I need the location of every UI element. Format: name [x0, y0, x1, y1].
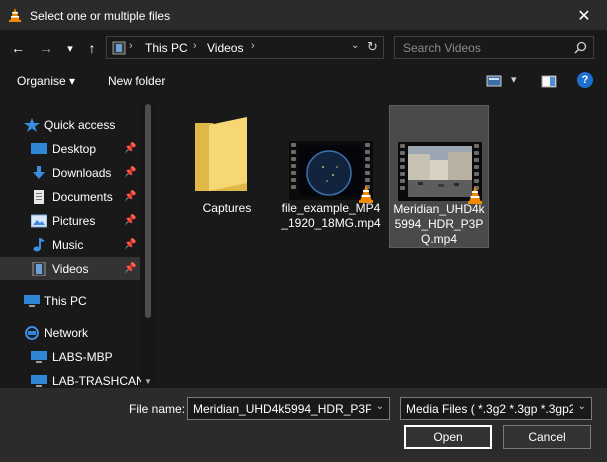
pin-icon: 📌 — [124, 239, 137, 250]
footer-panel: File name: Meridian_UHD4k5994_HDR_P3PQ.m… — [0, 388, 607, 462]
file-item-label: Captures — [202, 201, 252, 215]
scrollbar-thumb[interactable] — [145, 104, 151, 318]
monitor-icon — [31, 374, 47, 387]
video-thumbnail — [289, 141, 373, 203]
window-title: Select one or multiple files — [30, 9, 171, 23]
sidebar-item-label: This PC — [44, 293, 87, 308]
navigation-scrollbar[interactable]: ▼ — [141, 98, 155, 388]
sidebar-item-this-pc[interactable]: This PC — [0, 289, 140, 312]
pin-icon: 📌 — [124, 191, 137, 202]
sidebar-item-label: Network — [44, 325, 89, 340]
sidebar-item-label: Downloads — [52, 165, 112, 180]
file-name-label: File name: — [129, 402, 186, 416]
file-item-file-example[interactable]: file_example_MP4_1920_18MG.mp4 — [281, 105, 381, 248]
address-dropdown-icon[interactable]: ⌄ — [351, 40, 359, 51]
earth-at-night-thumbnail — [299, 145, 363, 196]
refresh-icon[interactable]: ↻ — [367, 39, 378, 55]
pin-icon: 📌 — [124, 263, 137, 274]
recent-locations-button[interactable]: ▾ — [64, 39, 76, 57]
search-box[interactable] — [394, 36, 594, 59]
file-item-meridian[interactable]: Meridian_UHD4k5994_HDR_P3PQ.mp4 — [389, 105, 489, 248]
change-view-icon[interactable] — [486, 74, 502, 89]
sidebar-item-quick-access[interactable]: Quick access — [0, 113, 140, 136]
sidebar-item-label: Quick access — [44, 117, 116, 132]
file-item-label: file_example_MP4_1920_18MG.mp4 — [281, 201, 381, 230]
breadcrumb-separator: › — [193, 40, 197, 52]
sidebar-item-pictures[interactable]: Pictures 📌 — [0, 209, 140, 232]
pin-icon: 📌 — [124, 143, 137, 154]
sidebar-item-label: LAB-TRASHCAN — [52, 373, 145, 388]
sidebar-item-downloads[interactable]: Downloads 📌 — [0, 161, 140, 184]
sidebar-item-label: Desktop — [52, 141, 97, 156]
monitor-icon — [31, 350, 47, 363]
file-list: Captures file_example_MP4_1920_18MG.mp4 … — [155, 98, 607, 388]
address-row: ← → ▾ ↑ › This PC › Videos › ⌄ ↻ — [0, 31, 607, 64]
videos-folder-icon — [112, 41, 126, 55]
file-name-combobox[interactable]: Meridian_UHD4k5994_HDR_P3PQ.mp4 ⌄ — [187, 397, 390, 420]
sidebar-item-lab-trashcan[interactable]: LAB-TRASHCAN — [0, 369, 145, 388]
help-icon[interactable]: ? — [577, 72, 593, 88]
video-thumbnail — [398, 142, 482, 204]
sidebar-item-desktop[interactable]: Desktop 📌 — [0, 137, 140, 160]
breadcrumb-separator: › — [251, 40, 255, 52]
pictures-icon — [31, 214, 47, 227]
pin-icon: 📌 — [124, 215, 137, 226]
scroll-down-icon[interactable]: ▼ — [144, 377, 152, 386]
address-bar[interactable]: › This PC › Videos › ⌄ ↻ — [106, 36, 384, 59]
sidebar-item-label: Pictures — [52, 213, 96, 228]
desktop-icon — [31, 142, 47, 154]
download-icon — [33, 165, 45, 179]
forward-arrow-icon[interactable]: → — [39, 40, 53, 56]
chevron-down-icon[interactable]: ⌄ — [376, 401, 384, 412]
star-icon — [24, 117, 40, 132]
videos-icon — [32, 261, 46, 276]
file-item-label: Meridian_UHD4k5994_HDR_P3PQ.mp4 — [393, 202, 485, 246]
sidebar-item-videos[interactable]: Videos 📌 — [0, 257, 140, 280]
close-button[interactable]: ✕ — [561, 0, 607, 31]
search-icon[interactable] — [574, 41, 587, 54]
computer-icon — [24, 294, 40, 307]
chevron-down-icon[interactable]: ▾ — [67, 42, 73, 55]
chevron-down-icon[interactable]: ⌄ — [578, 401, 586, 412]
breadcrumb-this-pc[interactable]: This PC — [145, 41, 188, 55]
cancel-button[interactable]: Cancel — [503, 425, 591, 449]
file-name-input[interactable]: Meridian_UHD4k5994_HDR_P3PQ.mp4 — [193, 402, 371, 416]
back-button[interactable]: ← — [10, 39, 26, 57]
sidebar-item-label: Music — [52, 237, 84, 252]
forward-button[interactable]: → — [38, 39, 54, 57]
vlc-cone-icon — [9, 8, 21, 22]
sidebar-item-label: Videos — [52, 261, 89, 276]
back-arrow-icon[interactable]: ← — [11, 40, 25, 56]
organise-button[interactable]: Organise ▾ — [17, 74, 75, 88]
sidebar-item-label: Documents — [52, 189, 113, 204]
toolbar: Organise ▾ New folder ▾ ? — [0, 64, 607, 98]
sidebar-item-network[interactable]: Network — [0, 321, 140, 344]
file-item-captures[interactable]: Captures — [177, 105, 277, 248]
network-icon — [25, 325, 39, 340]
sidebar-item-documents[interactable]: Documents 📌 — [0, 185, 140, 208]
sidebar-item-label: LABS-MBP — [52, 349, 113, 364]
breadcrumb-videos[interactable]: Videos — [207, 41, 243, 55]
title-bar: Select one or multiple files ✕ — [0, 0, 607, 31]
pin-icon: 📌 — [124, 167, 137, 178]
new-folder-button[interactable]: New folder — [108, 74, 165, 88]
up-button[interactable]: ↑ — [84, 39, 100, 57]
search-input[interactable] — [395, 37, 570, 58]
sidebar-item-music[interactable]: Music 📌 — [0, 233, 140, 256]
help-glyph[interactable]: ? — [582, 74, 589, 86]
music-icon — [33, 237, 45, 251]
close-icon[interactable]: ✕ — [577, 6, 590, 26]
sidebar-item-labs-mbp[interactable]: LABS-MBP — [0, 345, 140, 368]
view-dropdown-icon[interactable]: ▾ — [511, 73, 517, 86]
preview-pane-icon[interactable] — [541, 74, 557, 89]
navigation-pane: Quick access Desktop 📌 Downloads 📌 Docum… — [0, 98, 155, 388]
street-scene-thumbnail — [408, 146, 472, 197]
up-arrow-icon[interactable]: ↑ — [89, 40, 96, 56]
folder-icon — [195, 117, 247, 191]
breadcrumb-separator: › — [129, 40, 133, 52]
documents-icon — [34, 189, 44, 204]
file-type-select[interactable]: Media Files ( *.3g2 *.3gp *.3gp2 *.3gpp … — [400, 397, 592, 420]
open-button[interactable]: Open — [404, 425, 492, 449]
file-type-value[interactable]: Media Files ( *.3g2 *.3gp *.3gp2 *.3gpp … — [406, 402, 573, 416]
